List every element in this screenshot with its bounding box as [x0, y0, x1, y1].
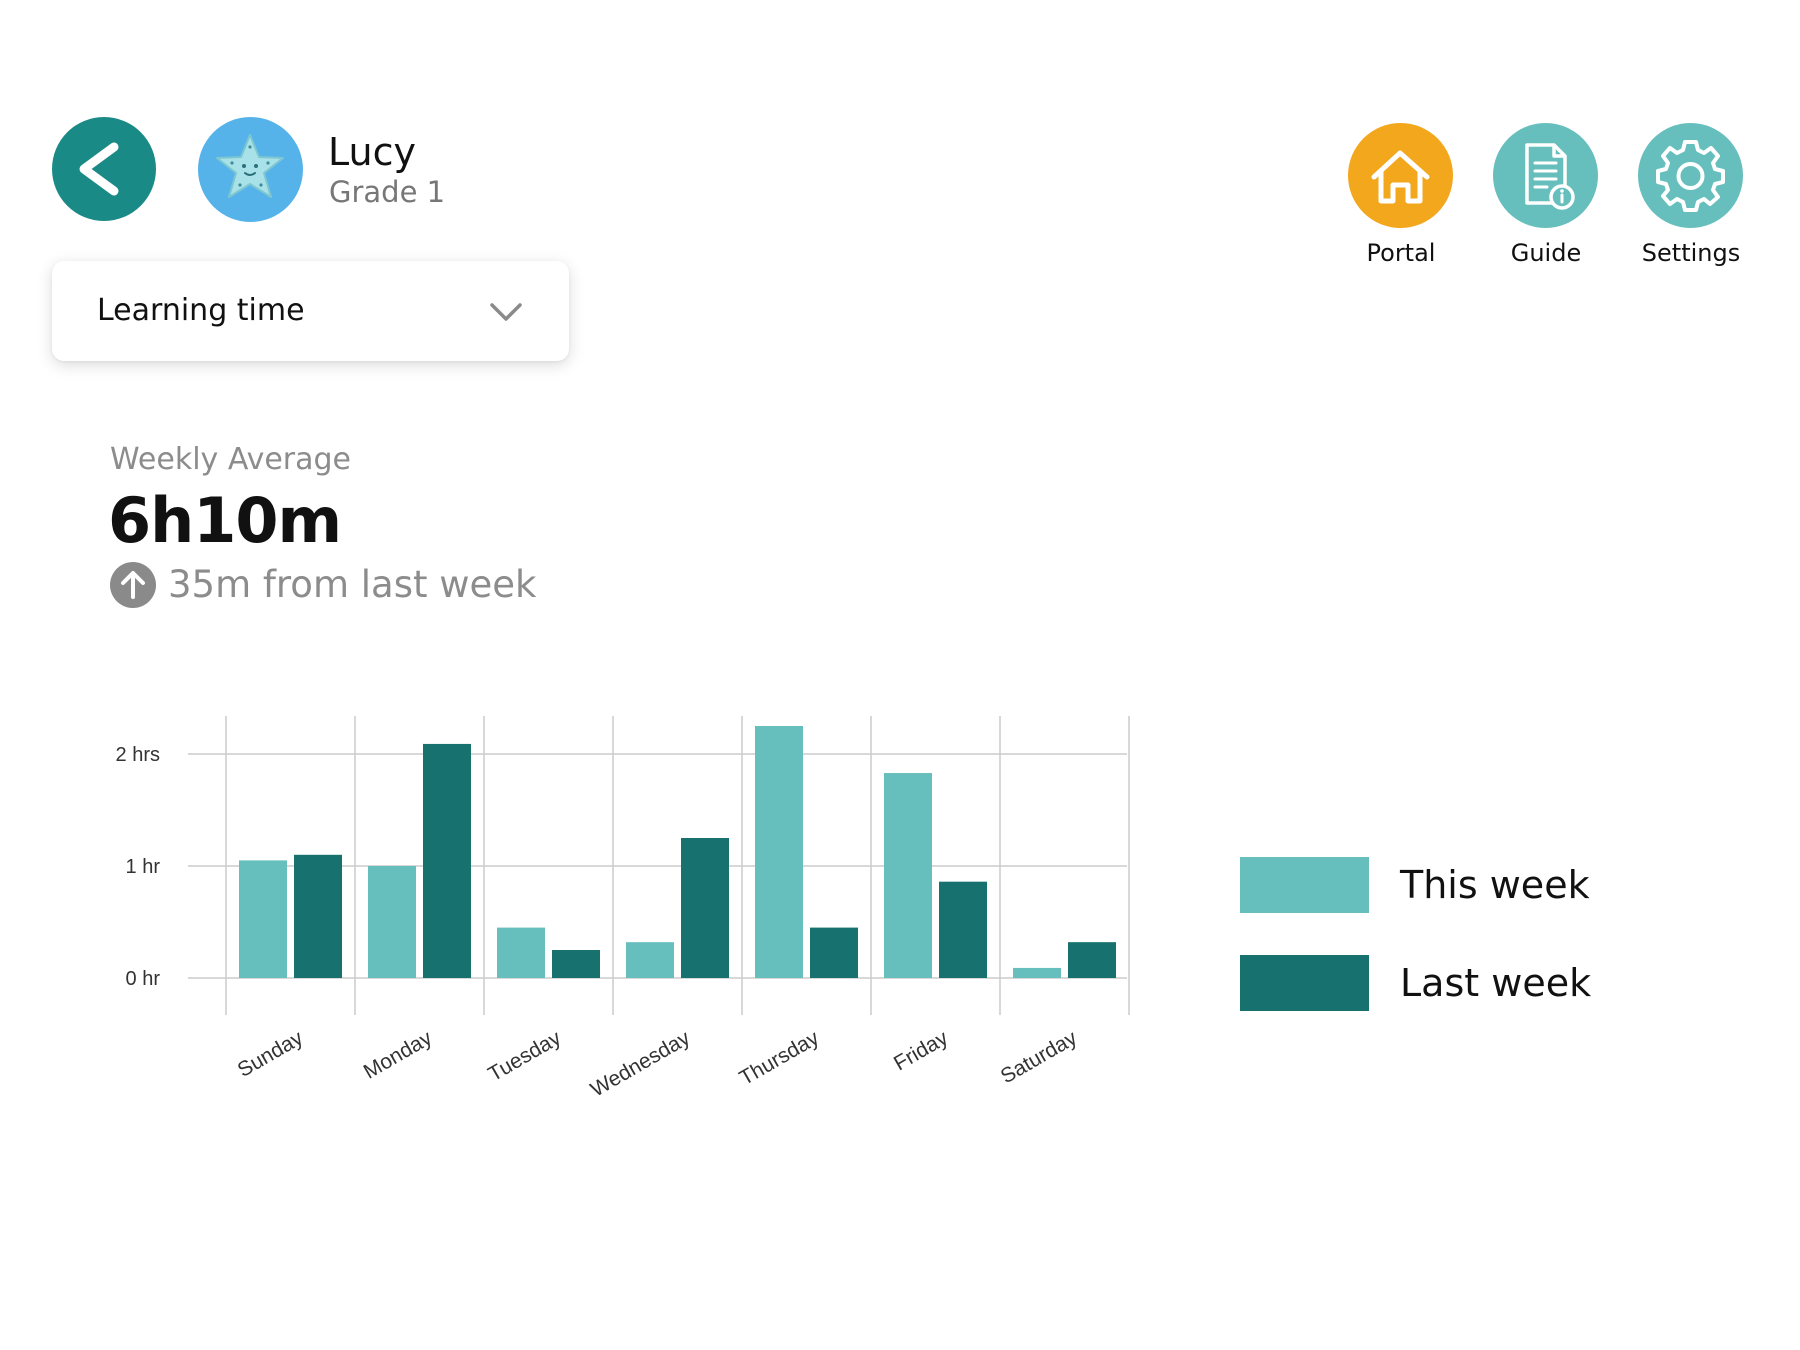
x-tick-label: Tuesday	[484, 1026, 565, 1086]
legend-label-last-week: Last week	[1400, 961, 1592, 1005]
legend-swatch-last-week	[1240, 955, 1369, 1011]
legend-item-this-week: This week	[1240, 857, 1640, 913]
x-tick-label: Monday	[360, 1026, 437, 1084]
y-tick-label: 0 hr	[126, 968, 161, 990]
bar-last-week-thursday	[810, 927, 858, 978]
bar-this-week-thursday	[755, 726, 803, 978]
bar-last-week-saturday	[1068, 942, 1116, 978]
bar-this-week-friday	[884, 773, 932, 978]
bar-this-week-sunday	[239, 860, 287, 978]
y-tick-label: 1 hr	[126, 856, 161, 878]
bar-this-week-wednesday	[626, 942, 674, 978]
bar-this-week-tuesday	[497, 927, 545, 978]
bar-last-week-friday	[939, 881, 987, 978]
bar-this-week-saturday	[1013, 967, 1061, 978]
legend-item-last-week: Last week	[1240, 955, 1640, 1011]
x-tick-label: Thursday	[736, 1026, 824, 1090]
x-tick-label: Sunday	[234, 1026, 308, 1082]
bar-this-week-monday	[368, 866, 416, 978]
legend-swatch-this-week	[1240, 857, 1369, 913]
bar-last-week-monday	[423, 743, 471, 978]
bar-last-week-sunday	[294, 854, 342, 978]
bar-last-week-tuesday	[552, 950, 600, 978]
x-tick-label: Wednesday	[587, 1026, 695, 1101]
learning-time-bar-chart: 0 hr 1 hr 2 hrs Sunday Monday Tuesday Wednesda…	[116, 716, 1130, 1102]
x-tick-label: Saturday	[997, 1026, 1082, 1088]
legend-label-this-week: This week	[1400, 863, 1590, 907]
x-tick-label: Friday	[890, 1026, 952, 1075]
y-tick-label: 2 hrs	[116, 744, 160, 766]
bar-last-week-wednesday	[681, 838, 729, 978]
